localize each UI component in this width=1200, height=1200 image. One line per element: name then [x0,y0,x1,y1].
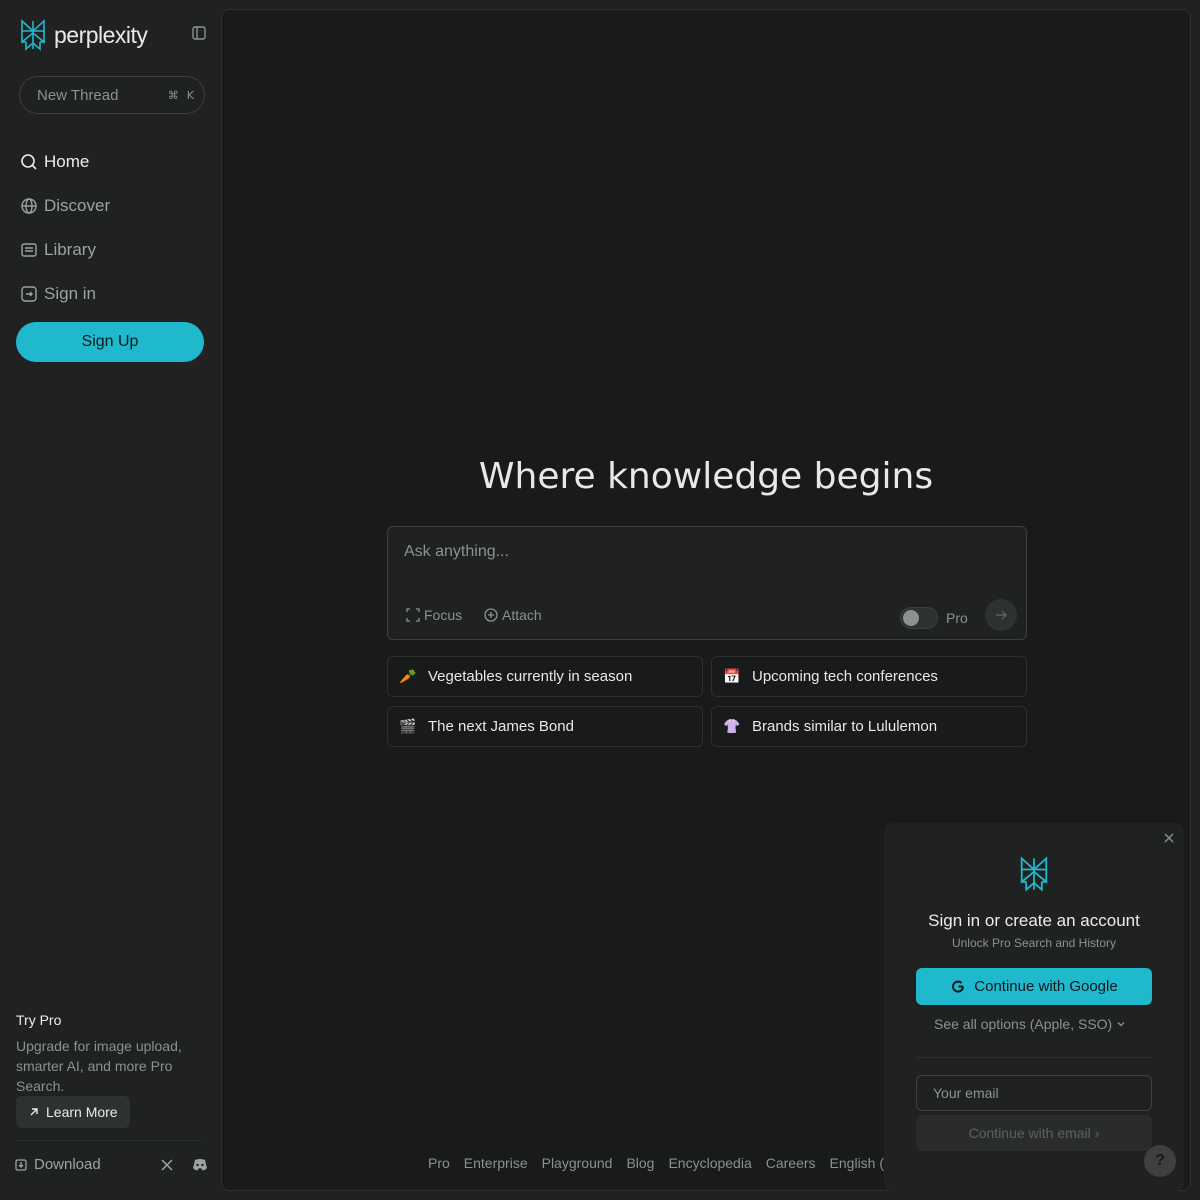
attach-button[interactable]: Attach [484,607,542,623]
sidebar-item-sign-in[interactable]: Sign in [20,272,110,316]
pro-promo-title: Try Pro [16,1012,62,1028]
suggestion-item[interactable]: 🎬 The next James Bond [387,706,703,747]
focus-label: Focus [424,607,463,623]
carrot-icon: 🥕 [399,668,417,685]
library-icon [21,243,37,257]
sidebar-nav: Home Discover Library Sign in [20,140,110,316]
pro-promo: Try Pro Upgrade for image upload, smarte… [16,1012,206,1096]
download-button[interactable]: Download [14,1156,101,1173]
shortcut-cmd-key: ⌘ [167,88,179,102]
attach-icon [484,608,498,622]
footer-link-pro[interactable]: Pro [428,1155,450,1171]
suggestion-label: The next James Bond [428,718,574,735]
pro-promo-description: Upgrade for image upload, smarter AI, an… [16,1038,182,1094]
arrow-right-icon [996,610,1007,620]
pro-label: Pro [946,610,968,626]
logo[interactable]: perplexity [18,18,148,52]
calendar-icon: 📅 [723,668,741,685]
suggestion-item[interactable]: 🥕 Vegetables currently in season [387,656,703,697]
sidebar-item-library[interactable]: Library [20,228,110,272]
help-button[interactable]: ? [1144,1145,1176,1177]
chevron-down-icon [1117,1022,1125,1027]
sidebar-divider [16,1140,202,1141]
ask-input[interactable] [404,543,1012,593]
sign-in-icon [21,286,37,302]
new-thread-button[interactable]: New Thread ⌘ K [19,76,205,114]
continue-with-email-button[interactable]: Continue with email › [916,1115,1152,1151]
toggle-knob [903,610,919,626]
pro-toggle-group: Pro [900,607,968,629]
shirt-icon: 👚 [723,718,741,735]
help-label: ? [1155,1152,1165,1169]
google-icon [952,980,965,993]
search-icon [21,154,37,170]
new-thread-label: New Thread [37,86,119,104]
focus-button[interactable]: Focus [406,607,462,623]
see-all-options-link[interactable]: See all options (Apple, SSO) [934,1016,1126,1032]
download-label: Download [34,1156,101,1173]
sidebar: perplexity New Thread ⌘ K Home Discover … [0,0,220,1200]
email-field[interactable] [916,1075,1152,1111]
suggestion-label: Vegetables currently in season [428,668,633,685]
learn-more-label: Learn More [46,1104,118,1120]
suggestion-label: Upcoming tech conferences [752,668,938,685]
footer-link-careers[interactable]: Careers [766,1155,816,1171]
auth-subtitle: Unlock Pro Search and History [951,936,1117,950]
perplexity-logo-icon [1020,856,1048,892]
headline: Where knowledge begins [478,456,934,497]
footer: Pro Enterprise Playground Blog Encyclope… [428,1155,949,1171]
globe-icon [21,198,37,214]
discord-icon[interactable] [192,1158,208,1172]
suggestions: 🥕 Vegetables currently in season 📅 Upcom… [387,656,1027,747]
collapse-sidebar-icon[interactable] [192,26,206,40]
footer-link-playground[interactable]: Playground [542,1155,613,1171]
shortcut-k-key: K [186,88,194,102]
see-all-options-label: See all options (Apple, SSO) [934,1016,1113,1032]
learn-more-button[interactable]: Learn More [16,1096,130,1128]
download-icon [15,1158,27,1171]
suggestion-label: Brands similar to Lululemon [752,718,938,735]
continue-with-email-label: Continue with email › [968,1125,1100,1141]
auth-divider [916,1057,1152,1058]
footer-link-enterprise[interactable]: Enterprise [464,1155,528,1171]
sidebar-item-label: Discover [44,196,111,215]
continue-with-google-button[interactable]: Continue with Google [916,968,1152,1005]
continue-with-google-label: Continue with Google [974,978,1118,995]
ask-box: Focus Attach Pro [387,526,1027,640]
perplexity-logo-icon [21,19,45,51]
suggestion-item[interactable]: 📅 Upcoming tech conferences [711,656,1027,697]
footer-link-encyclopedia[interactable]: Encyclopedia [668,1155,751,1171]
sign-in-card: Sign in or create an account Unlock Pro … [884,823,1184,1191]
auth-title: Sign in or create an account [928,911,1140,930]
sign-up-button[interactable]: Sign Up [16,322,204,362]
pro-toggle[interactable] [900,607,938,629]
footer-link-blog[interactable]: Blog [626,1155,654,1171]
sidebar-item-home[interactable]: Home [20,140,110,184]
arrow-up-right-icon [30,1108,38,1116]
attach-label: Attach [502,607,542,623]
focus-icon [406,608,420,622]
clapperboard-icon: 🎬 [399,718,417,735]
sidebar-item-label: Library [44,240,96,259]
submit-button[interactable] [985,599,1017,631]
sidebar-item-label: Home [44,152,90,171]
sign-up-label: Sign Up [81,333,139,350]
x-twitter-icon[interactable] [160,1158,174,1172]
logo-text: perplexity [54,21,148,48]
close-icon[interactable] [1162,831,1176,845]
sidebar-item-label: Sign in [44,284,96,303]
suggestion-item[interactable]: 👚 Brands similar to Lululemon [711,706,1027,747]
sidebar-item-discover[interactable]: Discover [20,184,110,228]
